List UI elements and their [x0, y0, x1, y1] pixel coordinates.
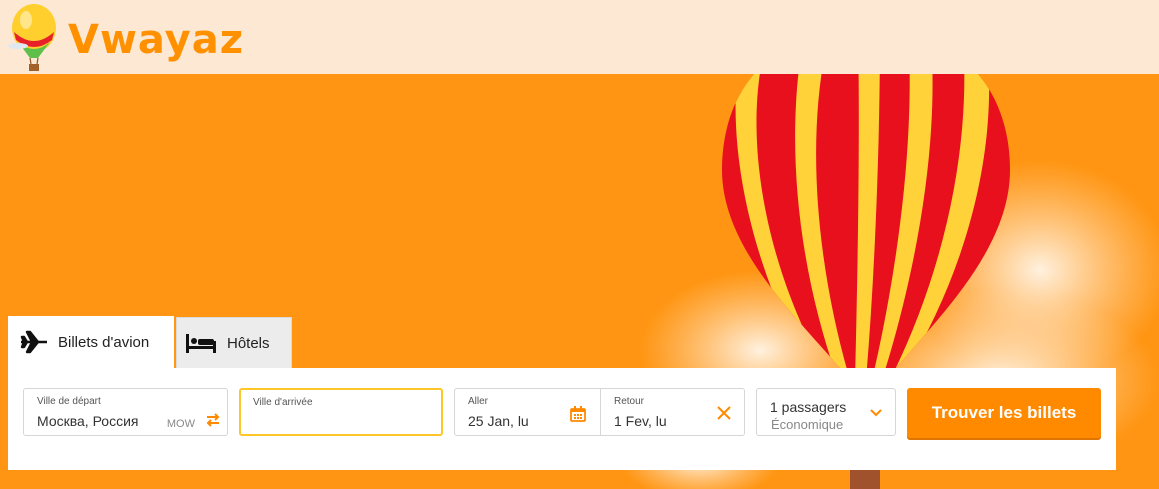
chevron-down-icon — [870, 409, 882, 417]
swap-icon[interactable] — [205, 413, 221, 427]
close-icon[interactable] — [716, 405, 732, 421]
balloon-logo-icon — [8, 4, 56, 71]
tab-flights-label: Billets d'avion — [58, 333, 150, 351]
arrival-city-field[interactable]: Ville d'arrivée — [239, 388, 443, 436]
departure-city-code: MOW — [166, 418, 195, 430]
departure-date-value: 25 Jan, lu — [468, 413, 529, 429]
departure-city-field[interactable]: Ville de départ Москва, Россия MOW — [23, 388, 228, 436]
cabin-class: Économique — [771, 417, 844, 432]
top-header: Vwayaz — [0, 0, 1159, 74]
departure-city-label: Ville de départ — [37, 396, 101, 407]
bed-icon — [186, 334, 216, 353]
return-date-label: Retour — [614, 396, 645, 407]
departure-date-label: Aller — [468, 396, 489, 407]
brand-logo[interactable]: Vwayaz — [8, 2, 244, 72]
brand-name: Vwayaz — [68, 17, 245, 63]
search-tickets-button[interactable]: Trouver les billets — [907, 388, 1101, 438]
arrival-city-label: Ville d'arrivée — [253, 397, 313, 408]
return-date-value: 1 Fev, lu — [614, 413, 667, 429]
return-date-field[interactable]: Retour 1 Fev, lu — [600, 388, 745, 436]
airplane-icon — [20, 330, 47, 354]
passengers-count: 1 passagers — [770, 399, 847, 415]
departure-city-value: Москва, Россия — [37, 413, 139, 429]
tab-flights[interactable]: Billets d'avion — [8, 316, 174, 368]
departure-date-field[interactable]: Aller 25 Jan, lu — [454, 388, 601, 436]
search-form: Ville de départ Москва, Россия MOW Ville… — [8, 368, 1116, 470]
tab-hotels-label: Hôtels — [227, 334, 270, 352]
passengers-selector[interactable]: 1 passagers Économique — [756, 388, 896, 436]
calendar-icon[interactable] — [570, 406, 586, 422]
tab-hotels[interactable]: Hôtels — [176, 317, 292, 368]
